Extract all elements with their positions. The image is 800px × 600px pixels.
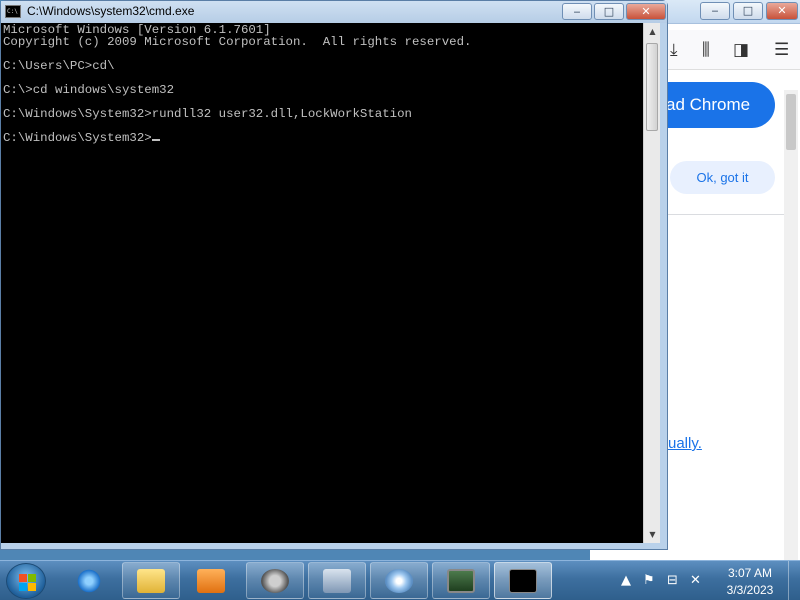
console-line: C:\Windows\System32>rundll32 user32.dll,… xyxy=(3,107,412,121)
taskbar-file-explorer[interactable] xyxy=(122,562,180,599)
taskbar-tools-app[interactable] xyxy=(308,562,366,599)
windows-logo-icon xyxy=(19,574,27,582)
minimize-button[interactable]: ‒ xyxy=(562,3,592,20)
console-output[interactable]: Microsoft Windows [Version 6.1.7601] Cop… xyxy=(1,23,643,543)
console-line: C:\>cd windows\system32 xyxy=(3,83,175,97)
browser-maximize-button[interactable]: □ xyxy=(733,2,763,20)
prompt-text: C:\Windows\System32> xyxy=(3,131,152,145)
cmd-icon xyxy=(509,569,537,593)
show-desktop-button[interactable] xyxy=(788,561,800,600)
tools-icon xyxy=(323,569,351,593)
card-divider xyxy=(668,214,784,215)
close-button[interactable]: ✕ xyxy=(626,3,666,20)
browser-scroll-thumb[interactable] xyxy=(786,94,796,150)
internet-explorer-icon xyxy=(75,569,103,593)
taskbar-internet-explorer[interactable] xyxy=(60,562,118,599)
disc-icon xyxy=(385,569,413,593)
taskbar-disc-app[interactable] xyxy=(370,562,428,599)
window-title: C:\Windows\system32\cmd.exe xyxy=(27,4,195,18)
download-icon[interactable]: ⤓ xyxy=(670,40,678,60)
action-center-flag-icon[interactable]: ⚑ xyxy=(643,573,655,588)
network-icon[interactable]: ⊟ xyxy=(667,573,678,588)
system-tray: ▲ ⚑ ⊟ ✕ 3:07 AM 3/3/2023 xyxy=(615,561,800,600)
scroll-thumb[interactable] xyxy=(646,43,658,131)
cmd-titlebar[interactable]: C:\ C:\Windows\system32\cmd.exe ‒ □ ✕ xyxy=(1,1,667,23)
cmd-icon[interactable]: C:\ xyxy=(5,5,21,18)
folder-icon xyxy=(137,569,165,593)
library-icon[interactable]: ⫼ xyxy=(702,40,710,60)
taskbar-media-player[interactable] xyxy=(182,562,240,599)
menu-icon[interactable]: ☰ xyxy=(774,40,789,60)
console-prompt-line[interactable]: C:\Windows\System32> xyxy=(3,132,641,144)
browser-close-button[interactable]: ✕ xyxy=(766,2,798,20)
console-scrollbar[interactable]: ▲ ▼ xyxy=(643,23,660,543)
console-line: Copyright (c) 2009 Microsoft Corporation… xyxy=(3,35,472,49)
taskbar-cmd[interactable] xyxy=(494,562,552,599)
taskbar-raccoon-app[interactable] xyxy=(246,562,304,599)
browser-scrollbar[interactable] xyxy=(784,90,798,560)
start-button[interactable] xyxy=(6,563,46,599)
media-player-icon xyxy=(197,569,225,593)
windows-logo-icon xyxy=(28,583,36,591)
raccoon-icon xyxy=(261,569,289,593)
cmd-window[interactable]: C:\ C:\Windows\system32\cmd.exe ‒ □ ✕ Mi… xyxy=(0,0,668,550)
taskbar: ▲ ⚑ ⊟ ✕ 3:07 AM 3/3/2023 xyxy=(0,560,800,600)
volume-muted-icon[interactable]: ✕ xyxy=(690,573,701,588)
clock-date[interactable]: 3/3/2023 xyxy=(715,583,785,597)
text-cursor xyxy=(151,139,160,141)
manual-link[interactable]: ually. xyxy=(668,435,702,452)
windows-logo-icon xyxy=(28,574,36,582)
ok-got-it-button[interactable]: Ok, got it xyxy=(670,161,775,194)
monitor-icon xyxy=(447,569,475,593)
maximize-button[interactable]: □ xyxy=(594,3,624,20)
windows-logo-icon xyxy=(19,583,27,591)
scroll-down-icon[interactable]: ▼ xyxy=(644,526,661,543)
clock-time[interactable]: 3:07 AM xyxy=(715,566,785,580)
console-line: C:\Users\PC>cd\ xyxy=(3,59,115,73)
taskbar-monitor-app[interactable] xyxy=(432,562,490,599)
sidebar-icon[interactable]: ◨ xyxy=(733,40,749,60)
show-hidden-icons-icon[interactable]: ▲ xyxy=(621,573,631,588)
scroll-up-icon[interactable]: ▲ xyxy=(644,23,661,40)
browser-minimize-button[interactable]: ‒ xyxy=(700,2,730,20)
